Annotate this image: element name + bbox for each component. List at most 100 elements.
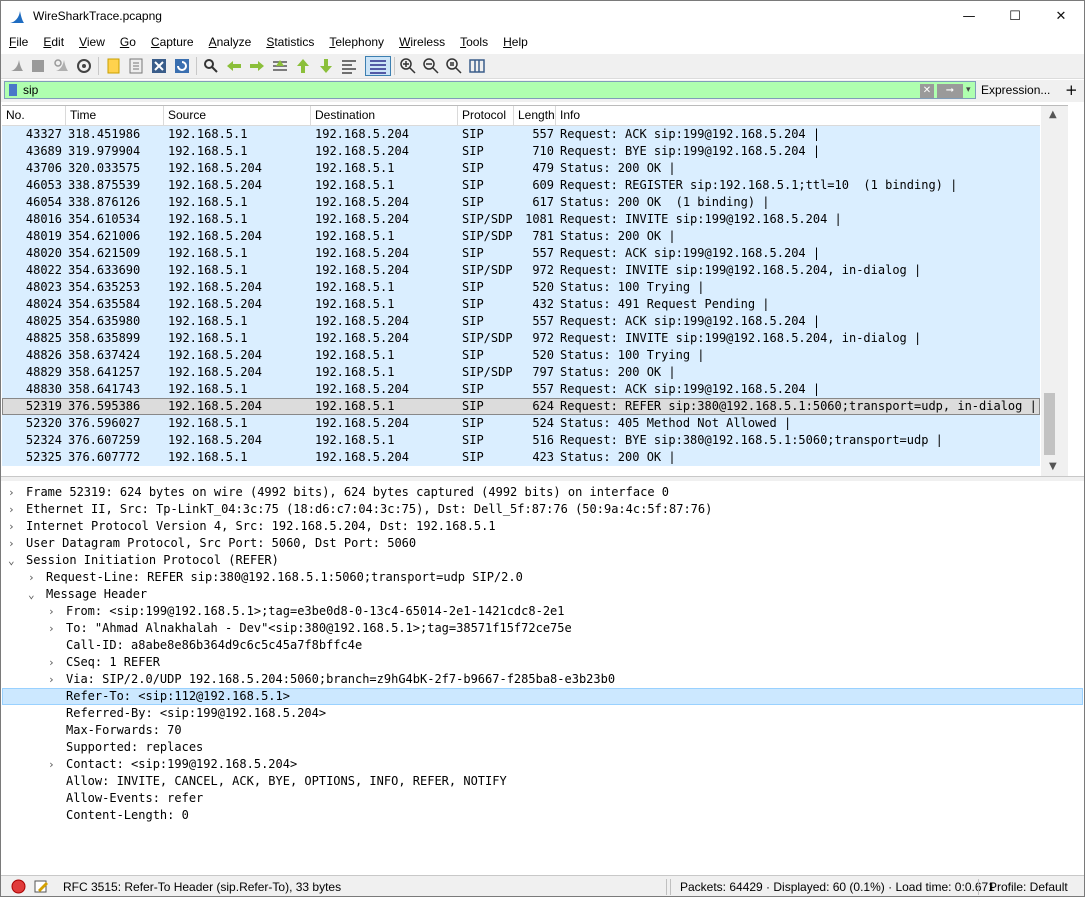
packet-list-scrollbar[interactable]: ▲ ▼ xyxy=(1041,106,1068,476)
minimize-button[interactable]: — xyxy=(946,1,992,32)
profile-button[interactable]: Profile: Default xyxy=(989,880,1068,894)
detail-row[interactable]: Referred-By: <sip:199@192.168.5.204> xyxy=(2,705,1083,722)
save-file-icon[interactable] xyxy=(127,57,145,75)
close-file-icon[interactable] xyxy=(150,57,168,75)
menu-statistics[interactable]: Statistics xyxy=(258,32,321,53)
detail-row[interactable]: Allow: INVITE, CANCEL, ACK, BYE, OPTIONS… xyxy=(2,773,1083,790)
packet-row[interactable]: 43706 320.033575 192.168.5.204 192.168.5.1 S… xyxy=(2,160,1040,177)
expand-arrow-icon[interactable]: › xyxy=(48,603,55,620)
zoom-out-icon[interactable] xyxy=(422,57,440,75)
menu-tools[interactable]: Tools xyxy=(452,32,495,53)
scroll-down-icon[interactable]: ▼ xyxy=(1049,461,1057,472)
open-file-icon[interactable] xyxy=(105,57,123,75)
close-button[interactable]: ✕ xyxy=(1038,1,1084,32)
menu-go[interactable]: Go xyxy=(112,32,143,53)
packet-row[interactable]: 48019 354.621006 192.168.5.204 192.168.5.1 S… xyxy=(2,228,1040,245)
menu-capture[interactable]: Capture xyxy=(143,32,201,53)
go-last-packet-icon[interactable] xyxy=(317,57,335,75)
detail-row[interactable]: › Request-Line: REFER sip:380@192.168.5.1… xyxy=(2,569,1083,586)
go-back-icon[interactable] xyxy=(225,57,243,75)
display-filter-input[interactable] xyxy=(23,82,903,98)
add-filter-button[interactable]: + xyxy=(1065,81,1078,99)
detail-row[interactable]: Refer-To: <sip:112@192.168.5.1> xyxy=(2,688,1083,705)
packet-row[interactable]: 48023 354.635253 192.168.5.204 192.168.5.1 S… xyxy=(2,279,1040,296)
expand-arrow-icon[interactable]: › xyxy=(8,518,15,535)
start-capture-icon[interactable] xyxy=(7,57,25,75)
detail-row[interactable]: › Via: SIP/2.0/UDP 192.168.5.204:5060;bra… xyxy=(2,671,1083,688)
packet-row[interactable]: 48016 354.610534 192.168.5.1 192.168.5.204 S… xyxy=(2,211,1040,228)
menu-help[interactable]: Help xyxy=(495,32,535,53)
autoscroll-icon[interactable] xyxy=(340,57,358,75)
maximize-button[interactable]: ☐ xyxy=(992,1,1038,32)
menu-view[interactable]: View xyxy=(71,32,112,53)
apply-filter-icon[interactable]: ➞ xyxy=(937,84,963,98)
packet-row[interactable]: 43689 319.979904 192.168.5.1 192.168.5.204 S… xyxy=(2,143,1040,160)
menu-telephony[interactable]: Telephony xyxy=(321,32,391,53)
detail-row[interactable]: › CSeq: 1 REFER xyxy=(2,654,1083,671)
detail-row[interactable]: › Frame 52319: 624 bytes on wire (4992 bi… xyxy=(2,484,1083,501)
expression-button[interactable]: Expression... xyxy=(981,83,1050,97)
expand-arrow-icon[interactable]: › xyxy=(8,501,15,518)
packet-row[interactable]: 52320 376.596027 192.168.5.1 192.168.5.204 S… xyxy=(2,415,1040,432)
zoom-in-icon[interactable] xyxy=(399,57,417,75)
packet-row[interactable]: 52325 376.607772 192.168.5.1 192.168.5.204 S… xyxy=(2,449,1040,466)
collapse-arrow-icon[interactable]: ⌄ xyxy=(8,552,15,569)
find-packet-icon[interactable] xyxy=(202,57,220,75)
packet-row[interactable]: 48829 358.641257 192.168.5.204 192.168.5.1 S… xyxy=(2,364,1040,381)
expand-arrow-icon[interactable]: › xyxy=(28,569,35,586)
menu-file[interactable]: File xyxy=(1,32,35,53)
go-to-packet-icon[interactable] xyxy=(271,57,289,75)
restart-capture-icon[interactable] xyxy=(52,57,70,75)
packet-row[interactable]: 43327 318.451986 192.168.5.1 192.168.5.204 S… xyxy=(2,126,1040,143)
packet-row[interactable]: 48025 354.635980 192.168.5.1 192.168.5.204 S… xyxy=(2,313,1040,330)
expand-arrow-icon[interactable]: › xyxy=(48,756,55,773)
detail-row[interactable]: › Ethernet II, Src: Tp-LinkT_04:3c:75 (18… xyxy=(2,501,1083,518)
colorize-icon[interactable] xyxy=(365,56,391,76)
detail-row[interactable]: › To: "Ahmad Alnakhalah - Dev"<sip:380@19… xyxy=(2,620,1083,637)
column-protocol[interactable]: Protocol xyxy=(458,106,514,125)
menu-analyze[interactable]: Analyze xyxy=(201,32,259,53)
packet-row[interactable]: 48830 358.641743 192.168.5.1 192.168.5.204 S… xyxy=(2,381,1040,398)
expand-arrow-icon[interactable]: › xyxy=(8,484,15,501)
packet-row[interactable]: 46054 338.876126 192.168.5.1 192.168.5.204 S… xyxy=(2,194,1040,211)
column-length[interactable]: Length xyxy=(514,106,556,125)
detail-row[interactable]: › Contact: <sip:199@192.168.5.204> xyxy=(2,756,1083,773)
expand-arrow-icon[interactable]: › xyxy=(8,535,15,552)
scroll-up-icon[interactable]: ▲ xyxy=(1049,109,1057,120)
stop-capture-icon[interactable] xyxy=(29,57,47,75)
detail-row[interactable]: ⌄ Message Header xyxy=(2,586,1083,603)
column-time[interactable]: Time xyxy=(66,106,164,125)
collapse-arrow-icon[interactable]: ⌄ xyxy=(28,586,35,603)
pane-splitter[interactable] xyxy=(1,476,1084,481)
packet-row[interactable]: 52319 376.595386 192.168.5.204 192.168.5.1 S… xyxy=(2,398,1040,415)
expand-arrow-icon[interactable]: › xyxy=(48,671,55,688)
detail-row[interactable]: Allow-Events: refer xyxy=(2,790,1083,807)
scrollbar-thumb[interactable] xyxy=(1044,393,1055,455)
column-destination[interactable]: Destination xyxy=(311,106,458,125)
packet-row[interactable]: 48022 354.633690 192.168.5.1 192.168.5.204 S… xyxy=(2,262,1040,279)
detail-row[interactable]: › From: <sip:199@192.168.5.1>;tag=e3be0d8… xyxy=(2,603,1083,620)
detail-row[interactable]: Max-Forwards: 70 xyxy=(2,722,1083,739)
packet-row[interactable]: 48024 354.635584 192.168.5.204 192.168.5.1 S… xyxy=(2,296,1040,313)
expand-arrow-icon[interactable]: › xyxy=(48,654,55,671)
packet-row[interactable]: 46053 338.875539 192.168.5.204 192.168.5.1 S… xyxy=(2,177,1040,194)
bookmark-icon[interactable] xyxy=(9,84,17,96)
menu-edit[interactable]: Edit xyxy=(35,32,71,53)
packet-row[interactable]: 52324 376.607259 192.168.5.204 192.168.5.1 S… xyxy=(2,432,1040,449)
expert-info-icon[interactable] xyxy=(11,879,26,894)
column-no[interactable]: No. xyxy=(2,106,66,125)
filter-history-icon[interactable]: ▾ xyxy=(966,85,971,95)
zoom-reset-icon[interactable] xyxy=(445,57,463,75)
packet-row[interactable]: 48826 358.637424 192.168.5.204 192.168.5.1 S… xyxy=(2,347,1040,364)
column-info[interactable]: Info xyxy=(556,106,1040,125)
clear-filter-icon[interactable]: ✕ xyxy=(920,84,934,98)
packet-row[interactable]: 48020 354.621509 192.168.5.1 192.168.5.204 S… xyxy=(2,245,1040,262)
packet-row[interactable]: 48825 358.635899 192.168.5.1 192.168.5.204 S… xyxy=(2,330,1040,347)
detail-row[interactable]: Content-Length: 0 xyxy=(2,807,1083,824)
column-source[interactable]: Source xyxy=(164,106,311,125)
detail-row[interactable]: › User Datagram Protocol, Src Port: 5060,… xyxy=(2,535,1083,552)
detail-row[interactable]: ⌄ Session Initiation Protocol (REFER) xyxy=(2,552,1083,569)
menu-wireless[interactable]: Wireless xyxy=(391,32,452,53)
go-forward-icon[interactable] xyxy=(248,57,266,75)
reload-file-icon[interactable] xyxy=(173,57,191,75)
